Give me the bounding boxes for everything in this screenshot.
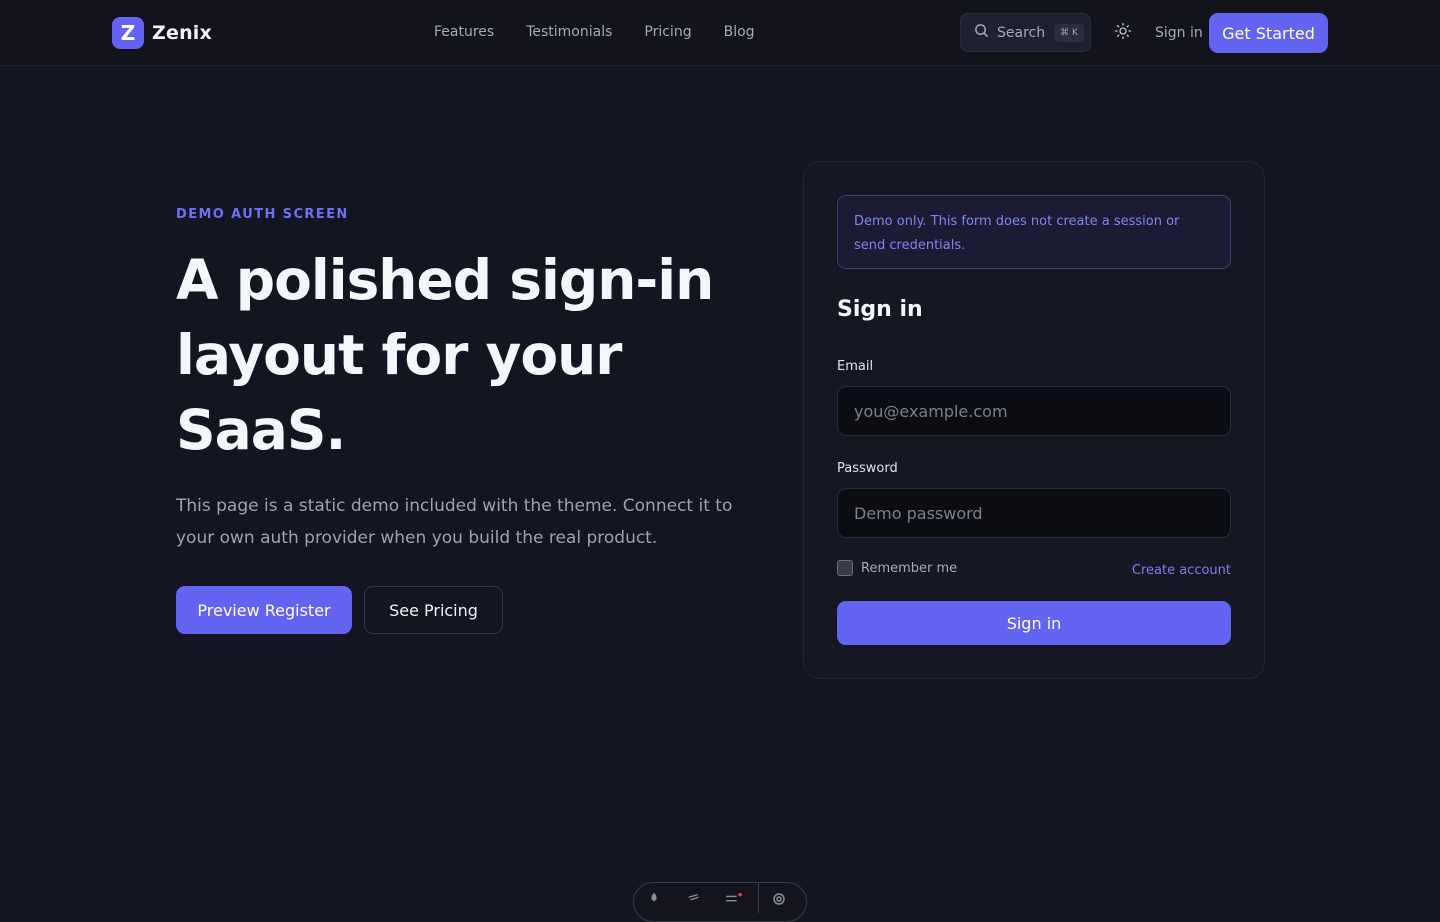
- rocket-icon: [647, 891, 661, 913]
- menu-icon: [723, 891, 745, 913]
- wand-icon: [686, 891, 702, 913]
- signin-card: Demo only. This form does not create a s…: [804, 162, 1264, 678]
- hero-title: A polished sign-in layout for your SaaS.: [176, 248, 714, 462]
- remember-me-toggle[interactable]: Remember me: [837, 560, 957, 576]
- email-field[interactable]: [837, 386, 1231, 436]
- settings-icon: [771, 891, 787, 913]
- theme-toggle-button[interactable]: [1111, 21, 1135, 45]
- nav-item-pricing[interactable]: Pricing: [644, 24, 691, 40]
- see-pricing-button[interactable]: See Pricing: [364, 586, 503, 634]
- remember-me-checkbox[interactable]: [837, 560, 853, 576]
- email-label: Email: [837, 359, 874, 374]
- signin-submit-button[interactable]: Sign in: [837, 601, 1231, 645]
- nav-item-blog[interactable]: Blog: [724, 24, 755, 40]
- toolbar-menu-button[interactable]: [714, 883, 754, 913]
- toolbar-wand-button[interactable]: [674, 883, 714, 913]
- password-label: Password: [837, 461, 898, 476]
- header-signin-link[interactable]: Sign in: [1155, 25, 1203, 41]
- signin-title: Sign in: [837, 297, 923, 322]
- hero-subtitle: This page is a static demo included with…: [176, 496, 733, 548]
- dev-toolbar: [633, 882, 807, 922]
- main-nav: Features Testimonials Pricing Blog: [434, 24, 787, 40]
- preview-register-button[interactable]: Preview Register: [176, 586, 352, 634]
- brand-name: Zenix: [152, 22, 212, 44]
- hero-eyebrow: DEMO AUTH SCREEN: [176, 207, 349, 222]
- demo-notice: Demo only. This form does not create a s…: [837, 195, 1231, 269]
- get-started-button[interactable]: Get Started: [1209, 13, 1328, 53]
- search-icon: [974, 23, 989, 42]
- remember-me-label: Remember me: [861, 560, 958, 576]
- nav-item-testimonials[interactable]: Testimonials: [526, 24, 612, 40]
- search-label: Search: [997, 24, 1046, 41]
- create-account-link[interactable]: Create account: [1132, 563, 1231, 578]
- site-header: Z Zenix Features Testimonials Pricing Bl…: [0, 0, 1440, 66]
- password-field[interactable]: [837, 488, 1231, 538]
- logo-mark: Z: [112, 17, 144, 49]
- toolbar-settings-button[interactable]: [759, 883, 799, 913]
- toolbar-rocket-button[interactable]: [634, 883, 674, 913]
- sun-icon: [1114, 22, 1132, 44]
- nav-item-features[interactable]: Features: [434, 24, 494, 40]
- search-button[interactable]: Search ⌘ K: [960, 13, 1091, 52]
- brand-logo[interactable]: Z Zenix: [112, 17, 212, 49]
- search-shortcut: ⌘ K: [1054, 23, 1084, 42]
